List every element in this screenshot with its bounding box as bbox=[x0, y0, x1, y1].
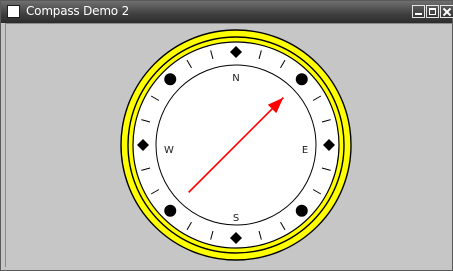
compass-widget: N E S W bbox=[120, 29, 352, 261]
label-west: W bbox=[164, 145, 174, 156]
maximize-button[interactable] bbox=[426, 5, 439, 18]
minimize-button[interactable] bbox=[412, 5, 425, 18]
label-south: S bbox=[233, 213, 239, 224]
intercardinal-dot-marker bbox=[164, 204, 177, 217]
intercardinal-dot-marker bbox=[295, 73, 308, 86]
label-east: E bbox=[302, 145, 308, 156]
title-bar[interactable]: Compass Demo 2 bbox=[1, 1, 453, 23]
close-button[interactable] bbox=[440, 5, 453, 18]
app-icon[interactable] bbox=[7, 5, 20, 18]
intercardinal-dot-marker bbox=[295, 204, 308, 217]
window-title: Compass Demo 2 bbox=[26, 4, 130, 18]
label-north: N bbox=[232, 73, 239, 84]
app-window: Compass Demo 2 N E S W bbox=[0, 0, 453, 271]
intercardinal-dot-marker bbox=[164, 73, 177, 86]
